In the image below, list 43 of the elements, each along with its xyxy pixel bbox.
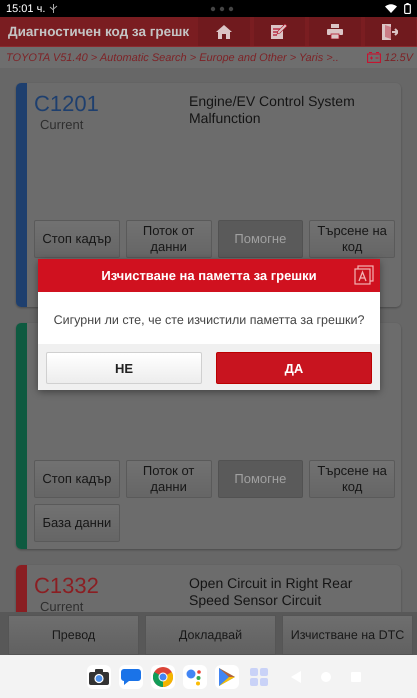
trouble-code: C1201	[34, 91, 100, 117]
cancel-button[interactable]: НЕ	[46, 352, 202, 384]
bottom-button[interactable]: Изчистване на DTC	[282, 615, 413, 655]
browser-icon[interactable]	[152, 666, 172, 686]
home-icon	[216, 24, 232, 38]
print-button[interactable]	[309, 17, 361, 46]
bottom-button[interactable]: Превод	[8, 615, 139, 655]
voltage-reading: 12.5V	[384, 52, 413, 64]
battery-icon	[404, 3, 411, 14]
action-button[interactable]: Стоп кадър	[34, 220, 120, 258]
action-button[interactable]: Поток от данни	[126, 460, 212, 498]
code-status: Current	[39, 599, 84, 612]
code-status: Current	[39, 117, 84, 132]
breadcrumb-path: TOYOTA V51.40 > Automatic Search > Europe and Other > Yaris >..	[6, 52, 340, 64]
edit-button[interactable]	[254, 17, 306, 46]
code-description: Open Circuit in Right Rear Speed Sensor Circuit	[189, 574, 354, 610]
trouble-code: C1332	[34, 573, 100, 599]
home-button[interactable]	[198, 17, 250, 46]
printer-icon	[326, 24, 343, 39]
car-battery-icon	[367, 52, 382, 63]
confirm-button[interactable]: ДА	[216, 352, 372, 384]
edit-icon	[271, 24, 288, 39]
exit-icon	[382, 24, 398, 40]
play-store-icon[interactable]	[218, 668, 234, 686]
dots-icon	[210, 6, 234, 12]
page-title: Диагностичен код за грешк	[7, 23, 190, 41]
action-button[interactable]: База данни	[34, 504, 120, 542]
code-description: Engine/EV Control System Malfunction	[189, 92, 356, 128]
exit-button[interactable]	[364, 17, 416, 46]
font-size-icon[interactable]	[354, 265, 374, 285]
action-button[interactable]: Търсене на код	[309, 220, 395, 258]
action-button[interactable]: Търсене на код	[309, 460, 395, 498]
camera-icon[interactable]	[88, 668, 108, 684]
clock: 15:01 ч.	[6, 2, 46, 14]
dialog-title: Изчистване на паметта за грешки	[101, 268, 317, 283]
wifi-icon	[385, 4, 397, 13]
assistant-icon[interactable]	[186, 668, 204, 686]
usb-icon	[49, 4, 58, 13]
action-button[interactable]: Стоп кадър	[34, 460, 120, 498]
action-button[interactable]: Поток от данни	[126, 220, 212, 258]
dialog-message: Сигурни ли сте, че сте изчистили паметта за грешки?	[52, 312, 366, 329]
bottom-button[interactable]: Докладвай	[145, 615, 276, 655]
chat-bubble-icon[interactable]	[120, 668, 140, 686]
